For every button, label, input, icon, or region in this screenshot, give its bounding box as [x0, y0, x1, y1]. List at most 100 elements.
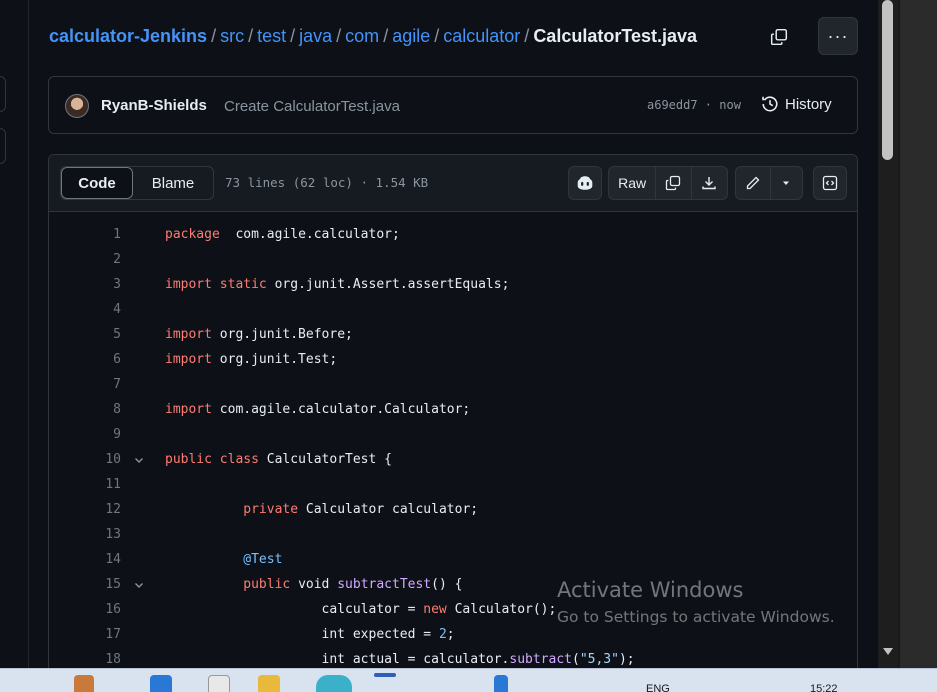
- vertical-scrollbar[interactable]: [878, 0, 898, 668]
- code-token: org.junit.Assert.assertEquals;: [266, 277, 510, 292]
- scrollbar-thumb[interactable]: [882, 0, 893, 160]
- copy-path-button[interactable]: [766, 24, 792, 50]
- breadcrumb-separator: /: [248, 26, 254, 46]
- line-number[interactable]: 3: [49, 272, 121, 297]
- chevron-down-icon[interactable]: [133, 447, 145, 472]
- breadcrumb-separator: /: [383, 26, 389, 46]
- avatar[interactable]: [65, 94, 89, 118]
- line-number[interactable]: 9: [49, 422, 121, 447]
- code-token: public: [165, 452, 212, 467]
- copy-raw-button[interactable]: [656, 167, 692, 199]
- sidebar-control[interactable]: [0, 128, 6, 164]
- code-token: Calculator();: [446, 602, 557, 617]
- breadcrumb-separator: /: [336, 26, 342, 46]
- breadcrumb-link-calculator[interactable]: calculator: [443, 26, 520, 47]
- code-token: org.junit.Before;: [211, 327, 353, 342]
- watermark-title: Activate Windows: [557, 578, 744, 602]
- line-number[interactable]: 2: [49, 247, 121, 272]
- more-options-button[interactable]: ···: [818, 17, 858, 55]
- taskbar-folder-icon[interactable]: [258, 675, 280, 692]
- line-number[interactable]: 17: [49, 622, 121, 647]
- line-number[interactable]: 8: [49, 397, 121, 422]
- code-line: 13: [49, 522, 857, 547]
- line-number[interactable]: 14: [49, 547, 121, 572]
- code-line: 7: [49, 372, 857, 397]
- breadcrumb-link-agile[interactable]: agile: [392, 26, 430, 47]
- breadcrumb-current-file: CalculatorTest.java: [533, 26, 698, 46]
- breadcrumb-repo-link[interactable]: calculator-Jenkins: [49, 26, 207, 47]
- taskbar-app-icon[interactable]: [150, 675, 172, 692]
- breadcrumb-link-src[interactable]: src: [220, 26, 244, 47]
- commit-hash-time[interactable]: a69edd7 · now: [647, 98, 741, 112]
- commit-message[interactable]: Create CalculatorTest.java: [224, 98, 400, 115]
- code-token: org.junit.Test;: [211, 352, 338, 367]
- code-text: import com.agile.calculator.Calculator;: [165, 397, 470, 422]
- breadcrumb-separator: /: [290, 26, 296, 46]
- code-token: subtract: [509, 652, 572, 667]
- line-number[interactable]: 16: [49, 597, 121, 622]
- breadcrumb-separator: /: [211, 26, 217, 46]
- sidebar-control[interactable]: [0, 76, 6, 112]
- code-text: public void subtractTest() {: [165, 572, 462, 597]
- code-token: () {: [431, 577, 463, 592]
- code-token: new: [423, 602, 447, 617]
- code-token: void: [290, 577, 338, 592]
- edit-dropdown-button[interactable]: [771, 167, 802, 199]
- tab-blame[interactable]: Blame: [133, 167, 213, 199]
- scroll-down-arrow-icon[interactable]: [883, 648, 893, 655]
- line-number[interactable]: 15: [49, 572, 121, 597]
- breadcrumb-link-test[interactable]: test: [257, 26, 286, 47]
- left-sidebar-edge: [0, 0, 30, 668]
- line-number[interactable]: 10: [49, 447, 121, 472]
- taskbar-app-icon[interactable]: [494, 675, 508, 692]
- line-number[interactable]: 13: [49, 522, 121, 547]
- breadcrumb-link-java[interactable]: java: [299, 26, 332, 47]
- copilot-icon: [577, 176, 593, 190]
- code-token: @Test: [243, 552, 283, 567]
- raw-copy-download-group: Raw: [608, 166, 728, 200]
- code-line: 11: [49, 472, 857, 497]
- history-button[interactable]: History: [761, 95, 832, 113]
- chevron-down-icon[interactable]: [133, 572, 145, 597]
- clock[interactable]: 15:22: [810, 683, 838, 692]
- taskbar-app-icon[interactable]: [74, 675, 94, 692]
- code-line: 1 package com.agile.calculator;: [49, 222, 857, 247]
- code-text: import static org.junit.Assert.assertEqu…: [165, 272, 509, 297]
- code-token: int expected =: [165, 627, 439, 642]
- code-text: public class CalculatorTest {: [165, 447, 392, 472]
- edit-button[interactable]: [736, 167, 771, 199]
- code-token: 2: [438, 627, 447, 642]
- code-token: static: [219, 277, 267, 292]
- line-number[interactable]: 4: [49, 297, 121, 322]
- download-button[interactable]: [692, 167, 727, 199]
- breadcrumb-link-com[interactable]: com: [345, 26, 379, 47]
- line-number[interactable]: 6: [49, 347, 121, 372]
- taskbar-browser-icon[interactable]: [316, 675, 352, 692]
- taskbar: ENG 15:22: [0, 668, 937, 692]
- commit-author[interactable]: RyanB-Shields: [101, 97, 207, 114]
- history-icon: [762, 96, 778, 112]
- line-number[interactable]: 1: [49, 222, 121, 247]
- code-token: );: [618, 652, 635, 667]
- line-number[interactable]: 7: [49, 372, 121, 397]
- code-line: 9: [49, 422, 857, 447]
- taskbar-app-icon[interactable]: [374, 673, 396, 677]
- taskbar-app-icon[interactable]: [208, 675, 230, 692]
- line-number[interactable]: 12: [49, 497, 121, 522]
- code-line: 10 public class CalculatorTest {: [49, 447, 857, 472]
- code-line: 2: [49, 247, 857, 272]
- code-text: @Test: [165, 547, 282, 572]
- line-number[interactable]: 5: [49, 322, 121, 347]
- code-text: private Calculator calculator;: [165, 497, 478, 522]
- code-token: subtractTest: [337, 577, 432, 592]
- tab-code[interactable]: Code: [61, 167, 133, 199]
- language-indicator[interactable]: ENG: [646, 683, 670, 692]
- copilot-button[interactable]: [568, 166, 602, 200]
- raw-button[interactable]: Raw: [609, 167, 657, 199]
- code-line: 6 import org.junit.Test;: [49, 347, 857, 372]
- line-number[interactable]: 11: [49, 472, 121, 497]
- code-line: 3 import static org.junit.Assert.assertEq…: [49, 272, 857, 297]
- download-icon: [702, 177, 716, 190]
- symbols-panel-button[interactable]: [813, 166, 847, 200]
